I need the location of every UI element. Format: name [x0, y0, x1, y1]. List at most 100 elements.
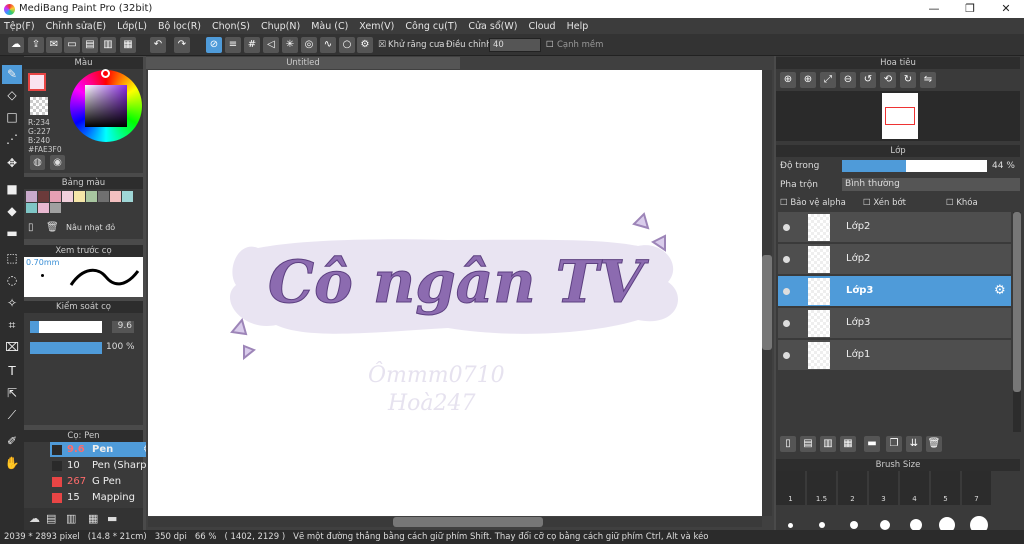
radial-snap-icon[interactable]: ✳ — [282, 37, 298, 53]
brush-item-g-pen[interactable]: 267 G Pen — [50, 474, 156, 489]
document-icon[interactable]: ▤ — [82, 37, 98, 53]
grid-icon[interactable]: ▦ — [120, 37, 136, 53]
brush-copy-icon[interactable]: ▦ — [88, 512, 98, 525]
cloud-icon[interactable]: ☁ — [8, 37, 24, 53]
menu-snap[interactable]: Chụp(N) — [261, 21, 300, 32]
brush-size-slider[interactable] — [30, 321, 102, 333]
palette-swatch[interactable] — [38, 202, 49, 213]
brush-size-cell[interactable]: 3 — [869, 471, 899, 505]
undo-icon[interactable]: ↶ — [150, 37, 166, 53]
comment-icon[interactable]: ✉ — [46, 37, 62, 53]
eraser-tool-icon[interactable]: ◇ — [2, 86, 22, 105]
layer-row[interactable]: Lớp2 — [778, 212, 1011, 243]
layer-list-scrollbar[interactable] — [1013, 212, 1021, 432]
brush-opacity-slider[interactable] — [30, 342, 102, 354]
smooth-checkbox[interactable]: ☐ — [546, 40, 554, 50]
move-tool-icon[interactable]: ✥ — [2, 154, 22, 173]
select-pen-icon[interactable]: ⌗ — [2, 316, 22, 335]
drawing-canvas[interactable]: Ômmm0710 Hoà247 Cô ngân TV — [148, 70, 762, 516]
brush-folder-icon[interactable]: ▬ — [107, 512, 117, 525]
secondary-color-swatch[interactable] — [30, 97, 48, 115]
brush-add-icon[interactable]: ▤ — [46, 512, 56, 525]
lock-checkbox[interactable]: ☐ Khóa — [946, 198, 978, 208]
palette-swatch[interactable] — [110, 191, 121, 202]
eyedropper-tool-icon[interactable]: ✐ — [2, 432, 22, 451]
correction-select[interactable]: 40 — [489, 38, 541, 52]
zoom-out-icon[interactable]: ⊖ — [840, 72, 856, 88]
delete-palette-icon[interactable]: 🗑 — [46, 222, 59, 233]
menu-layer[interactable]: Lớp(L) — [117, 21, 147, 32]
palette-swatch[interactable] — [26, 202, 37, 213]
brush-item-mapping-pen[interactable]: 15 Mapping Pen — [50, 490, 156, 518]
visibility-eye-icon[interactable] — [783, 288, 790, 295]
brush-new-icon[interactable]: ▥ — [66, 512, 76, 525]
select-tool-icon[interactable]: ⬚ — [2, 249, 22, 268]
brush-size-cell[interactable]: 2 — [838, 471, 868, 505]
palette-swatch[interactable] — [62, 191, 73, 202]
page-icon[interactable]: ▥ — [100, 37, 116, 53]
palette-swatch[interactable] — [74, 191, 85, 202]
dot-tool-icon[interactable]: ⋰ — [2, 130, 22, 149]
new-layer-icon[interactable]: ▯ — [780, 436, 796, 452]
maximize-button[interactable]: ❐ — [952, 0, 988, 18]
protect-alpha-checkbox[interactable]: ☐ Bảo vệ alpha — [780, 198, 846, 208]
chat-icon[interactable]: ▭ — [64, 37, 80, 53]
brush-item-pen[interactable]: 9.6 Pen ⚙ — [50, 442, 156, 457]
fit-icon[interactable]: ⤢ — [820, 72, 836, 88]
rectangle-tool-icon[interactable]: □ — [2, 108, 22, 127]
layer-row[interactable]: Lớp2 — [778, 244, 1011, 275]
layer-row-selected[interactable]: Lớp3 ⚙ — [778, 276, 1011, 307]
new-8bit-layer-icon[interactable]: ▥ — [820, 436, 836, 452]
rotate-reset-icon[interactable]: ⟲ — [880, 72, 896, 88]
divide-tool-icon[interactable]: ⟋ — [2, 406, 22, 425]
rotate-left-icon[interactable]: ↺ — [860, 72, 876, 88]
close-button[interactable]: ✕ — [988, 0, 1024, 18]
brush-cloud-icon[interactable]: ☁ — [29, 512, 40, 525]
share-icon[interactable]: ⇪ — [28, 37, 44, 53]
fill-shape-tool-icon[interactable]: ■ — [2, 180, 22, 199]
palette-swatch[interactable] — [86, 191, 97, 202]
gradient-tool-icon[interactable]: ▬ — [2, 224, 22, 243]
palette-swatch[interactable] — [50, 202, 61, 213]
navigator-preview[interactable] — [776, 91, 1020, 141]
menu-edit[interactable]: Chỉnh sửa(E) — [46, 21, 107, 32]
layer-folder-icon[interactable]: ▬ — [864, 436, 880, 452]
brush-size-dot[interactable] — [850, 521, 858, 529]
antialias-checkbox[interactable]: ☒ — [378, 40, 386, 50]
minimize-button[interactable]: — — [916, 0, 952, 18]
menu-select[interactable]: Chọn(S) — [212, 21, 250, 32]
curve-snap-icon[interactable]: ∿ — [320, 37, 336, 53]
brush-size-cell[interactable]: 4 — [900, 471, 930, 505]
circle-snap-icon[interactable]: ◎ — [301, 37, 317, 53]
hue-handle[interactable] — [101, 69, 110, 78]
duplicate-layer-icon[interactable]: ❐ — [886, 436, 902, 452]
palette-swatch[interactable] — [50, 191, 61, 202]
brush-size-dot[interactable] — [819, 522, 825, 528]
brush-size-cell[interactable]: 5 — [931, 471, 961, 505]
menu-cloud[interactable]: Cloud — [528, 21, 555, 32]
color-square[interactable] — [85, 85, 127, 127]
operation-tool-icon[interactable]: ⇱ — [2, 384, 22, 403]
brush-size-dot[interactable] — [880, 520, 890, 530]
brush-size-value[interactable]: 9.6 — [112, 321, 134, 333]
cross-snap-icon[interactable]: # — [244, 37, 260, 53]
menu-help[interactable]: Help — [567, 21, 589, 32]
text-tool-icon[interactable]: T — [2, 362, 22, 381]
menu-tools[interactable]: Công cụ(T) — [405, 21, 457, 32]
color-wheel[interactable] — [70, 69, 142, 142]
bucket-tool-icon[interactable]: ◆ — [2, 202, 22, 221]
zoom-in-icon[interactable]: ⊕ — [780, 72, 796, 88]
rotate-right-icon[interactable]: ↻ — [900, 72, 916, 88]
clipping-checkbox[interactable]: ☐ Xén bớt — [863, 198, 906, 208]
brush-size-cell[interactable]: 1 — [776, 471, 806, 505]
merge-layer-icon[interactable]: ⇊ — [906, 436, 922, 452]
vertical-scrollbar[interactable] — [762, 70, 772, 516]
vanishing-snap-icon[interactable]: ◁ — [263, 37, 279, 53]
visibility-eye-icon[interactable] — [783, 352, 790, 359]
layer-opacity-slider[interactable] — [842, 160, 987, 172]
palette-swatch[interactable] — [26, 191, 37, 202]
blend-mode-select[interactable]: Bình thường — [842, 178, 1020, 191]
brush-item-pen-sharp[interactable]: 10 Pen (Sharp) — [50, 458, 156, 473]
parallel-snap-icon[interactable]: ≡ — [225, 37, 241, 53]
new-palette-icon[interactable]: ▯ — [28, 222, 34, 233]
